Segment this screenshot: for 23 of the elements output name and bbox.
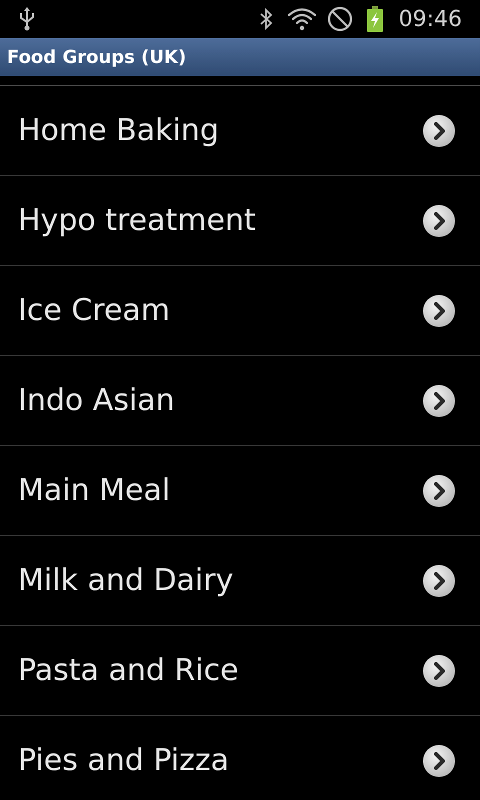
chevron-right-icon	[422, 474, 456, 508]
list-item[interactable]: Pasta and Rice	[0, 626, 480, 716]
list-item[interactable]: Indo Asian	[0, 356, 480, 446]
list-item[interactable]: Hypo treatment	[0, 176, 480, 266]
chevron-right-icon	[422, 294, 456, 328]
blocked-icon	[326, 6, 353, 32]
list-item[interactable]: Home Baking	[0, 86, 480, 176]
clock-time: 09:46	[398, 6, 462, 34]
title-text: Food Groups (UK)	[7, 46, 186, 70]
list-item[interactable]: Ice Cream	[0, 266, 480, 356]
chevron-right-icon	[422, 564, 456, 598]
list-item[interactable]: Main Meal	[0, 446, 480, 536]
wifi-icon	[286, 7, 317, 31]
usb-icon	[18, 7, 36, 31]
list-item[interactable]: Pies and Pizza	[0, 716, 480, 800]
chevron-right-icon	[422, 744, 456, 778]
bluetooth-icon	[258, 7, 273, 31]
chevron-right-icon	[422, 384, 456, 418]
chevron-right-icon	[422, 204, 456, 238]
chevron-right-icon	[422, 114, 456, 148]
chevron-right-icon	[422, 654, 456, 688]
list-item[interactable]: Milk and Dairy	[0, 536, 480, 626]
battery-charging-icon	[366, 6, 383, 32]
